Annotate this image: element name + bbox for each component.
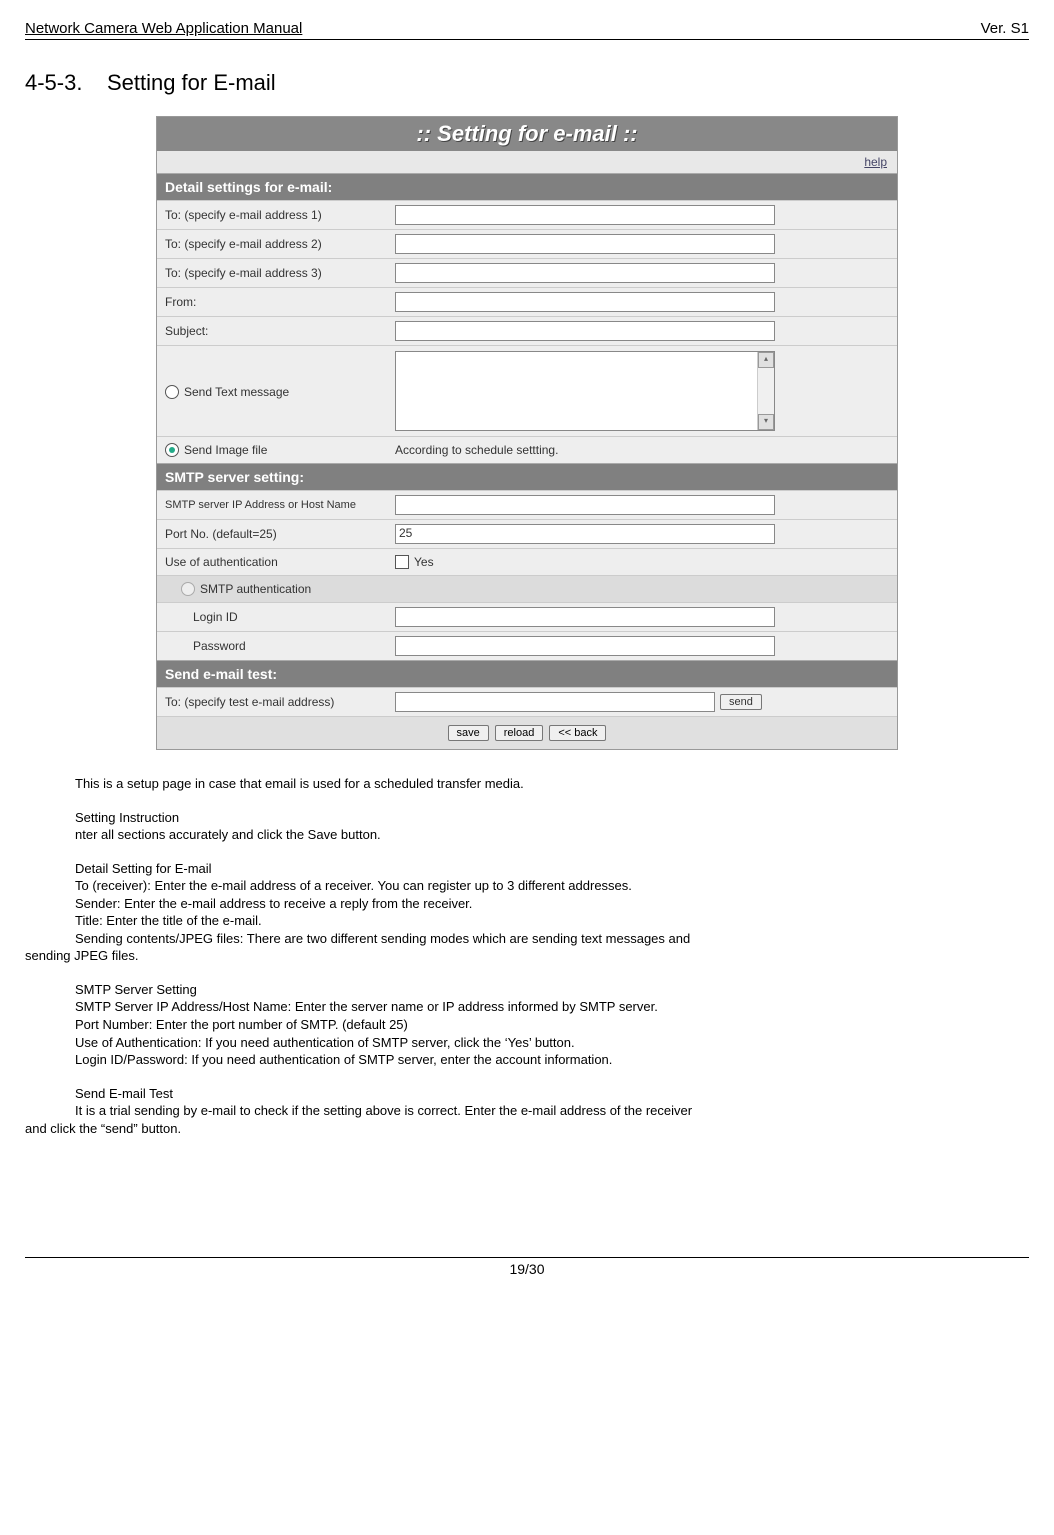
- label-auth: Use of authentication: [157, 549, 387, 575]
- radio-send-text[interactable]: [165, 385, 179, 399]
- detail-heading: Detail Setting for E-mail: [75, 860, 1029, 878]
- row-send-image: Send Image file According to schedule se…: [157, 436, 897, 463]
- send-button[interactable]: send: [720, 694, 762, 710]
- page-footer: 19/30: [25, 1257, 1029, 1277]
- detail-title: Title: Enter the title of the e-mail.: [75, 912, 1029, 930]
- label-to2: To: (specify e-mail address 2): [157, 230, 387, 258]
- doc-version: Ver. S1: [981, 20, 1029, 37]
- checkbox-auth-yes[interactable]: [395, 555, 409, 569]
- intro-text: This is a setup page in case that email …: [75, 775, 1029, 793]
- body-text: This is a setup page in case that email …: [75, 775, 1029, 1137]
- label-subject: Subject:: [157, 317, 387, 345]
- row-send-text: Send Text message ▴ ▾: [157, 345, 897, 436]
- label-send-image: Send Image file: [157, 437, 387, 463]
- label-auth-yes: Yes: [414, 555, 434, 569]
- detail-sending-1: Sending contents/JPEG files: There are t…: [75, 930, 1029, 948]
- test-heading: Send E-mail Test: [75, 1085, 1029, 1103]
- input-test-to[interactable]: [395, 692, 715, 712]
- label-send-image-text: Send Image file: [184, 443, 267, 457]
- row-to2: To: (specify e-mail address 2): [157, 229, 897, 258]
- section-title-text: Setting for E-mail: [107, 70, 276, 95]
- save-button[interactable]: save: [448, 725, 489, 741]
- textarea-scrollbar[interactable]: ▴ ▾: [757, 352, 774, 430]
- row-to1: To: (specify e-mail address 1): [157, 200, 897, 229]
- smtp-settings-header: SMTP server setting:: [157, 463, 897, 490]
- label-test-to: To: (specify test e-mail address): [157, 688, 387, 716]
- input-login-id[interactable]: [395, 607, 775, 627]
- detail-settings-header: Detail settings for e-mail:: [157, 173, 897, 200]
- smtp-auth-text: Use of Authentication: If you need authe…: [75, 1034, 1029, 1052]
- send-image-note: According to schedule settting.: [387, 437, 897, 463]
- panel-title: :: Setting for e-mail ::: [157, 117, 897, 151]
- label-port: Port No. (default=25): [157, 520, 387, 548]
- label-login-id: Login ID: [157, 603, 387, 631]
- detail-to: To (receiver): Enter the e-mail address …: [75, 877, 1029, 895]
- row-subject: Subject:: [157, 316, 897, 345]
- test-body-2: and click the “send” button.: [25, 1120, 1029, 1138]
- label-smtp-auth: SMTP authentication: [157, 576, 387, 602]
- label-from: From:: [157, 288, 387, 316]
- button-row: save reload << back: [157, 716, 897, 749]
- radio-send-image[interactable]: [165, 443, 179, 457]
- smtp-host-text: SMTP Server IP Address/Host Name: Enter …: [75, 998, 1029, 1016]
- label-send-text: Send Text message: [157, 346, 387, 436]
- section-heading: 4-5-3. Setting for E-mail: [25, 70, 1029, 96]
- label-password: Password: [157, 632, 387, 660]
- smtp-heading: SMTP Server Setting: [75, 981, 1029, 999]
- row-login-id: Login ID: [157, 602, 897, 631]
- input-to3[interactable]: [395, 263, 775, 283]
- label-smtp-host: SMTP server IP Address or Host Name: [157, 491, 387, 519]
- page-number: 19/30: [509, 1261, 544, 1277]
- back-button[interactable]: << back: [549, 725, 606, 741]
- row-password: Password: [157, 631, 897, 660]
- scroll-down-icon[interactable]: ▾: [758, 414, 774, 430]
- test-body-1: It is a trial sending by e-mail to check…: [75, 1102, 1029, 1120]
- section-number: 4-5-3.: [25, 70, 82, 95]
- row-from: From:: [157, 287, 897, 316]
- reload-button[interactable]: reload: [495, 725, 544, 741]
- row-auth: Use of authentication Yes: [157, 548, 897, 575]
- smtp-port-text: Port Number: Enter the port number of SM…: [75, 1016, 1029, 1034]
- row-port: Port No. (default=25) 25: [157, 519, 897, 548]
- row-smtp-host: SMTP server IP Address or Host Name: [157, 490, 897, 519]
- label-to1: To: (specify e-mail address 1): [157, 201, 387, 229]
- detail-sending-2: sending JPEG files.: [25, 947, 1029, 965]
- row-test-to: To: (specify test e-mail address) send: [157, 687, 897, 716]
- smtp-login-text: Login ID/Password: If you need authentic…: [75, 1051, 1029, 1069]
- input-from[interactable]: [395, 292, 775, 312]
- input-to2[interactable]: [395, 234, 775, 254]
- label-to3: To: (specify e-mail address 3): [157, 259, 387, 287]
- input-port[interactable]: 25: [395, 524, 775, 544]
- settings-panel: :: Setting for e-mail :: help Detail set…: [156, 116, 898, 750]
- doc-title: Network Camera Web Application Manual: [25, 20, 302, 37]
- input-password[interactable]: [395, 636, 775, 656]
- scroll-up-icon[interactable]: ▴: [758, 352, 774, 368]
- row-smtp-auth: SMTP authentication: [157, 575, 897, 602]
- setting-instruction-heading: Setting Instruction: [75, 809, 1029, 827]
- textarea-message[interactable]: ▴ ▾: [395, 351, 775, 431]
- input-subject[interactable]: [395, 321, 775, 341]
- field-auth: Yes: [387, 549, 897, 575]
- row-to3: To: (specify e-mail address 3): [157, 258, 897, 287]
- input-smtp-host[interactable]: [395, 495, 775, 515]
- setting-instruction-body: nter all sections accurately and click t…: [75, 826, 1029, 844]
- page-header: Network Camera Web Application Manual Ve…: [25, 20, 1029, 40]
- input-to1[interactable]: [395, 205, 775, 225]
- label-smtp-auth-text: SMTP authentication: [200, 582, 311, 596]
- label-send-text-text: Send Text message: [184, 385, 289, 399]
- test-header: Send e-mail test:: [157, 660, 897, 687]
- help-link[interactable]: help: [157, 151, 897, 173]
- detail-sender: Sender: Enter the e-mail address to rece…: [75, 895, 1029, 913]
- radio-smtp-auth[interactable]: [181, 582, 195, 596]
